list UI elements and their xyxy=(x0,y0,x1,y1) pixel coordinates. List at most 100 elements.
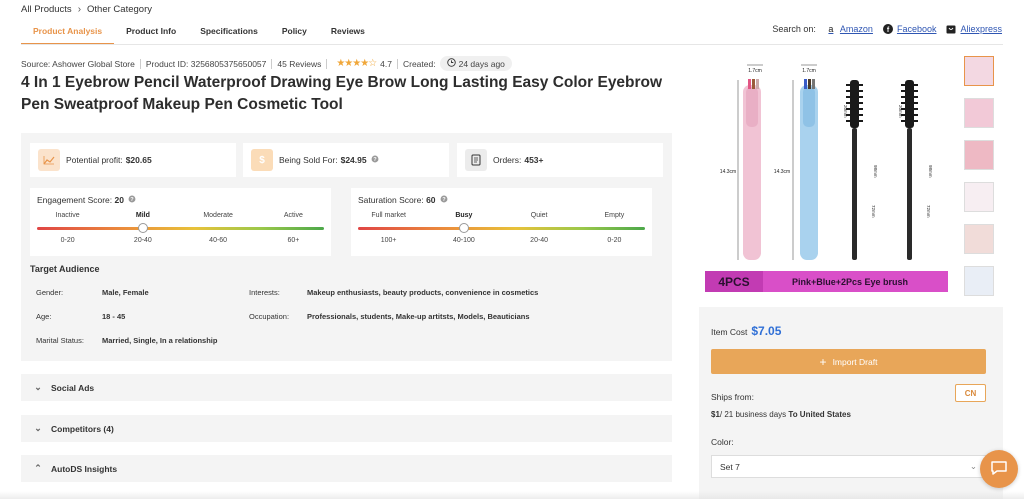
saturation-header: Saturation Score: 60 ? xyxy=(358,195,448,205)
range-label: 40-100 xyxy=(452,237,475,244)
dim-label: 20mm xyxy=(898,105,903,118)
ta-interests-label: Interests: xyxy=(249,288,280,297)
ta-gender-label: Gender: xyxy=(36,288,64,297)
ta-age-label: Age: xyxy=(36,312,52,321)
tab-specifications[interactable]: Specifications xyxy=(188,26,270,45)
search-on-label: Search on: xyxy=(772,24,816,34)
amazon-link-label: Amazon xyxy=(839,24,873,34)
facebook-icon: f xyxy=(882,24,893,34)
shipping-days: / 21 business days xyxy=(719,410,787,419)
rating-value: 4.7 xyxy=(380,58,392,69)
dollar-icon: $ xyxy=(251,149,273,171)
info-icon[interactable]: ? xyxy=(371,155,379,165)
facebook-link[interactable]: f Facebook xyxy=(882,24,937,34)
thumbnail-image[interactable] xyxy=(964,266,994,296)
color-select[interactable]: Set 7 ⌄ xyxy=(711,455,986,478)
stat-card-orders: Orders: 453+ xyxy=(457,143,663,177)
thumbnail-image[interactable] xyxy=(964,140,994,170)
import-draft-button[interactable]: + Import Draft xyxy=(711,349,986,374)
facebook-link-label: Facebook xyxy=(896,24,937,34)
analysis-panel: Potential profit: $20.65 $ Being Sold Fo… xyxy=(21,133,672,361)
color-select-value: Set 7 xyxy=(720,461,740,472)
stat-label: Being Sold For: xyxy=(279,155,338,165)
search-on-bar: Search on: a Amazon f Facebook Aliexpres… xyxy=(772,24,1002,34)
aliexpress-icon xyxy=(946,24,956,34)
range-label: 40-60 xyxy=(209,237,228,244)
chart-icon xyxy=(38,149,60,171)
chevron-right-icon: › xyxy=(77,4,82,15)
banner-left: 4PCS xyxy=(718,275,749,289)
accordion-autods-insights[interactable]: ⌃ AutoDS Insights xyxy=(21,455,672,482)
thumbnail-image[interactable] xyxy=(964,182,994,212)
ships-from-country-button[interactable]: CN xyxy=(955,384,986,402)
ta-occupation-text: Professionals, students, Make-up artitst… xyxy=(307,312,530,321)
divider xyxy=(396,58,398,69)
level-label: Moderate xyxy=(203,212,233,219)
thumbnail-image[interactable] xyxy=(964,224,994,254)
page-title: 4 In 1 Eyebrow Pencil Waterproof Drawing… xyxy=(21,74,663,113)
engagement-label: Engagement Score: xyxy=(37,195,113,205)
chat-icon xyxy=(990,460,1008,478)
ships-from-label: Ships from: xyxy=(711,392,754,402)
created-badge: 24 days ago xyxy=(439,56,512,71)
thumbnail-strip xyxy=(964,56,996,296)
target-audience-title: Target Audience xyxy=(30,264,100,274)
dim-label: 20mm xyxy=(843,105,848,118)
chevron-down-icon: ⌄ xyxy=(969,461,977,471)
thumbnail-image[interactable] xyxy=(964,56,994,86)
breadcrumb-all-products[interactable]: All Products xyxy=(21,4,72,15)
banner-right: Pink+Blue+2Pcs Eye brush xyxy=(792,277,908,287)
tab-policy[interactable]: Policy xyxy=(270,26,319,45)
aliexpress-link-label: Aliexpress xyxy=(960,24,1002,34)
color-label: Color: xyxy=(711,437,734,447)
breadcrumb-other-category[interactable]: Other Category xyxy=(87,4,152,15)
chevron-up-icon: ⌃ xyxy=(34,463,42,473)
accordion-competitors[interactable]: ⌄ Competitors (4) xyxy=(21,415,672,442)
amazon-link[interactable]: a Amazon xyxy=(826,24,873,34)
aliexpress-link[interactable]: Aliexpress xyxy=(946,24,1002,34)
level-label: Empty xyxy=(604,212,625,219)
engagement-ranges: 0-20 20-40 40-60 60+ xyxy=(30,237,331,244)
shipping-price: $1 xyxy=(711,410,720,419)
ta-occupation-label: Occupation: xyxy=(249,312,290,321)
tab-bar: Product Analysis Product Info Specificat… xyxy=(21,26,377,45)
level-label: Full market xyxy=(371,212,406,219)
stat-value: $20.65 xyxy=(125,155,152,165)
reviews-count[interactable]: 45 Reviews xyxy=(277,59,321,69)
saturation-score-card: Saturation Score: 60 ? Full market Busy … xyxy=(351,188,652,256)
item-cost: Item Cost $7.05 xyxy=(711,324,781,338)
dim-label: 14.3cm xyxy=(720,169,736,175)
product-main-image[interactable]: 1.7cm 14.3cm 1.7cm 14.3cm 20mm 98mm 72mm… xyxy=(700,55,955,295)
ta-occupation-value: Professionals, students, Make-up artitst… xyxy=(307,312,530,321)
ta-marital-value: Married, Single, In a relationship xyxy=(102,336,217,345)
info-icon[interactable]: ? xyxy=(440,195,448,205)
tab-reviews[interactable]: Reviews xyxy=(319,26,377,45)
shipping-to: To United States xyxy=(788,410,851,419)
chat-button[interactable] xyxy=(980,450,1018,488)
ta-marital-text: Married, Single, In a relationship xyxy=(102,336,218,345)
accordion-social-ads[interactable]: ⌄ Social Ads xyxy=(21,374,672,401)
ta-marital-label: Marital Status: xyxy=(36,336,84,345)
stat-value: $24.95 xyxy=(340,155,367,165)
range-label: 20-40 xyxy=(133,237,152,244)
tab-product-analysis[interactable]: Product Analysis xyxy=(21,26,115,45)
dim-label: 1.7cm xyxy=(802,68,816,74)
source-store[interactable]: Source: Ashower Global Store xyxy=(21,59,135,69)
info-icon[interactable]: ? xyxy=(128,195,136,205)
purchase-panel: Item Cost $7.05 + Import Draft Ships fro… xyxy=(699,307,1003,499)
dim-label: 14.3cm xyxy=(774,169,790,175)
engagement-value: 20 xyxy=(114,195,124,205)
dim-label: 72mm xyxy=(926,205,931,218)
chevron-down-icon: ⌄ xyxy=(34,382,42,392)
range-label: 0-20 xyxy=(60,237,75,244)
stat-card-potential-profit: Potential profit: $20.65 xyxy=(30,143,236,177)
thumbnail-image[interactable] xyxy=(964,98,994,128)
amazon-icon: a xyxy=(828,24,834,34)
shipping-info: $1/ 21 business days To United States xyxy=(711,410,851,419)
ta-interests-text: Makeup enthusiasts, beauty products, con… xyxy=(307,288,539,297)
dim-label: 1.7cm xyxy=(748,68,762,74)
orders-icon xyxy=(465,149,487,171)
tab-product-info[interactable]: Product Info xyxy=(114,26,188,45)
chevron-down-icon: ⌄ xyxy=(34,423,42,433)
plus-icon: + xyxy=(819,354,827,369)
